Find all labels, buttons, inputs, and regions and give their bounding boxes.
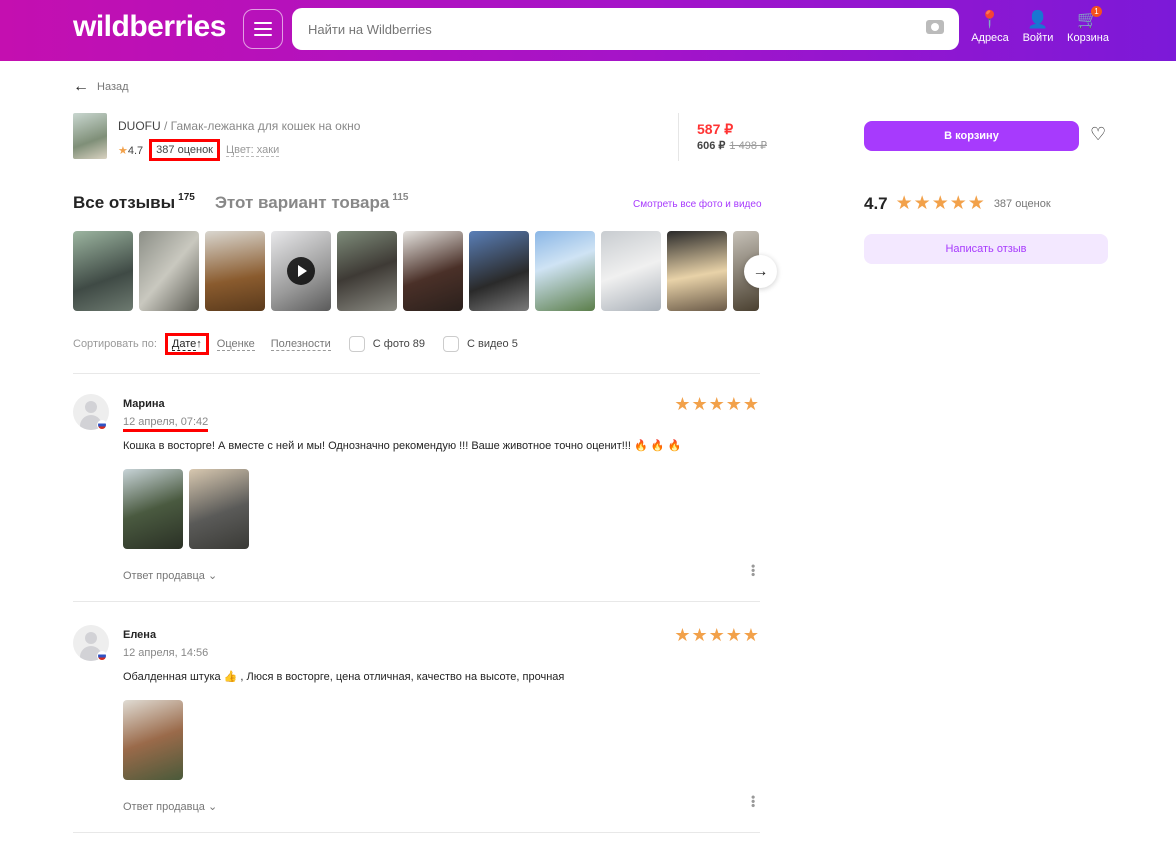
review-stars: ★★★★★ xyxy=(674,625,760,645)
rating-stars: ★★★★★ xyxy=(895,193,986,214)
login-button[interactable]: 👤 Войти xyxy=(1013,10,1063,44)
price: 587 ₽ xyxy=(697,121,734,137)
product-meta: ★4.7 387 оценок Цвет: хаки xyxy=(118,139,280,161)
addresses-button[interactable]: 📍 Адреса xyxy=(965,10,1015,44)
photo-strip xyxy=(73,231,759,311)
review-tabs: Все отзывы 175 Этот вариант товара 115 xyxy=(73,192,408,213)
review-text: Обалденная штука 👍 , Люся в восторге, це… xyxy=(123,671,565,683)
ratings-count[interactable]: 387 оценок xyxy=(149,139,220,161)
color-link[interactable]: Цвет: хаки xyxy=(226,144,280,157)
review-photo[interactable] xyxy=(139,231,199,311)
camera-icon[interactable] xyxy=(926,20,944,34)
review-video[interactable] xyxy=(271,231,331,311)
back-link[interactable]: ← Назад xyxy=(73,78,129,96)
product-title[interactable]: DUOFU / Гамак-лежанка для кошек на окно xyxy=(118,119,360,133)
with-video-checkbox[interactable]: С видео 5 xyxy=(443,336,518,352)
review-author: Марина xyxy=(123,398,165,410)
review-photo[interactable] xyxy=(403,231,463,311)
divider xyxy=(73,601,760,602)
cart-badge: 1 xyxy=(1091,6,1102,17)
sort-arrow-icon: ↑ xyxy=(196,338,202,350)
review-photo[interactable] xyxy=(73,231,133,311)
seller-reply-toggle[interactable]: Ответ продавца ⌄ xyxy=(123,569,217,582)
add-to-cart-button[interactable]: В корзину xyxy=(864,121,1079,151)
divider xyxy=(73,373,760,374)
search-input[interactable] xyxy=(292,8,959,50)
write-review-button[interactable]: Написать отзыв xyxy=(864,234,1108,264)
review-photo[interactable] xyxy=(535,231,595,311)
menu-button[interactable] xyxy=(243,9,283,49)
review-item: Марина 12 апреля, 07:42 ★★★★★ Кошка в во… xyxy=(73,394,760,584)
review-photo[interactable] xyxy=(123,469,183,549)
review-date: 12 апреля, 07:42 xyxy=(123,416,209,432)
heart-icon[interactable]: ♡ xyxy=(1090,124,1106,145)
review-photo[interactable] xyxy=(123,700,183,780)
review-author: Елена xyxy=(123,629,157,641)
cart-button[interactable]: 🛒 1 Корзина xyxy=(1063,6,1113,44)
header: wildberries 📍Адреса 👤Войти 🛒1Корзина xyxy=(0,0,1176,61)
product-thumbnail[interactable] xyxy=(73,113,107,159)
play-icon xyxy=(287,257,315,285)
divider xyxy=(73,832,760,833)
user-icon: 👤 xyxy=(1027,10,1049,29)
location-pin-icon: 📍 xyxy=(979,10,1001,29)
with-photo-checkbox[interactable]: С фото 89 xyxy=(348,336,425,352)
rating-summary: 4.7 ★★★★★ 387 оценок xyxy=(864,193,1051,214)
star-icon: ★ xyxy=(118,144,128,157)
review-photo[interactable] xyxy=(337,231,397,311)
more-options-icon[interactable]: ••• xyxy=(746,795,760,808)
old-price: 1 498 ₽ xyxy=(729,140,768,152)
review-item: Елена 12 апреля, 14:56 ★★★★★ Обалденная … xyxy=(73,625,760,815)
review-stars: ★★★★★ xyxy=(674,394,760,414)
review-date: 12 апреля, 14:56 xyxy=(123,647,209,659)
russia-flag-icon xyxy=(97,420,107,430)
divider xyxy=(678,113,679,161)
tab-this-variant[interactable]: Этот вариант товара 115 xyxy=(215,192,409,213)
seller-reply-toggle[interactable]: Ответ продавца ⌄ xyxy=(123,800,217,813)
all-photos-link[interactable]: Смотреть все фото и видео xyxy=(633,199,762,210)
next-photos-button[interactable]: → xyxy=(744,255,777,288)
sort-by-rating[interactable]: Оценке xyxy=(216,338,255,351)
review-photo[interactable] xyxy=(205,231,265,311)
sort-by-date[interactable]: Дате↑ xyxy=(164,333,209,355)
tab-all-reviews[interactable]: Все отзывы 175 xyxy=(73,192,195,213)
arrow-right-icon: → xyxy=(752,262,769,280)
russia-flag-icon xyxy=(97,651,107,661)
cart-icon: 🛒 xyxy=(1077,10,1099,29)
review-photo[interactable] xyxy=(667,231,727,311)
review-photo[interactable] xyxy=(469,231,529,311)
price-wallet: 606 ₽1 498 ₽ xyxy=(697,140,768,152)
logo[interactable]: wildberries xyxy=(73,10,226,44)
sort-bar: Сортировать по: Дате↑ Оценке Полезности … xyxy=(73,333,518,355)
review-photo[interactable] xyxy=(601,231,661,311)
more-options-icon[interactable]: ••• xyxy=(746,564,760,577)
sort-by-usefulness[interactable]: Полезности xyxy=(270,338,331,351)
review-photo[interactable] xyxy=(189,469,249,549)
review-text: Кошка в восторге! А вместе с ней и мы! О… xyxy=(123,440,682,452)
arrow-left-icon: ← xyxy=(73,78,89,95)
